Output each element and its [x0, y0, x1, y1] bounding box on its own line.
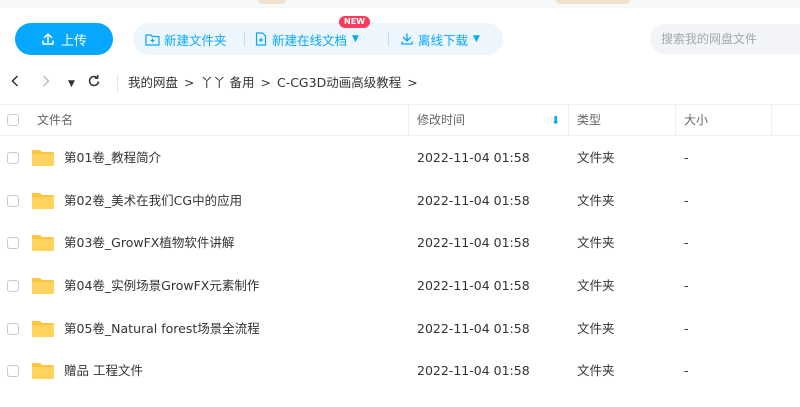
upload-icon [42, 33, 54, 45]
folder-icon [32, 363, 54, 379]
modified-time: 2022-11-04 01:58 [417, 278, 530, 293]
folder-icon [32, 193, 54, 209]
modified-time: 2022-11-04 01:58 [417, 321, 530, 336]
table-row[interactable]: 第02卷_美术在我们CG中的应用 2022-11-04 01:58 文件夹 - [0, 180, 800, 222]
file-type: 文件夹 [577, 235, 615, 250]
new-folder-button[interactable]: 新建文件夹 [145, 23, 227, 55]
table-row[interactable]: 赠品 工程文件 2022-11-04 01:58 文件夹 - [0, 350, 800, 392]
breadcrumb-separator: > [407, 75, 418, 90]
modified-time: 2022-11-04 01:58 [417, 150, 530, 165]
upload-label: 上传 [60, 33, 87, 49]
column-header-name[interactable]: 文件名 [37, 105, 73, 136]
row-checkbox[interactable] [7, 365, 19, 377]
row-checkbox[interactable] [7, 195, 19, 207]
file-size: - [684, 150, 689, 165]
folder-plus-icon [145, 33, 160, 46]
file-type: 文件夹 [577, 278, 615, 293]
top-strip [0, 0, 800, 8]
file-type: 文件夹 [577, 150, 615, 165]
divider [388, 32, 389, 46]
column-divider [408, 105, 409, 136]
folder-icon [32, 235, 54, 251]
row-checkbox[interactable] [7, 323, 19, 335]
new-badge: NEW [339, 16, 370, 28]
column-header-modified[interactable]: 修改时间 [417, 105, 465, 136]
file-size: - [684, 193, 689, 208]
caret-down-icon: ▼ [473, 34, 480, 44]
file-type: 文件夹 [577, 193, 615, 208]
breadcrumb-separator: > [260, 75, 271, 90]
breadcrumb-item[interactable]: 我的网盘 [128, 74, 178, 92]
search-input[interactable] [650, 24, 800, 54]
row-checkbox[interactable] [7, 237, 19, 249]
file-name[interactable]: 第03卷_GrowFX植物软件讲解 [64, 222, 234, 264]
file-name[interactable]: 第01卷_教程简介 [64, 137, 161, 179]
column-divider [568, 105, 569, 136]
chevron-right-icon[interactable] [41, 74, 51, 94]
chevron-left-icon[interactable] [10, 74, 20, 94]
refresh-icon[interactable] [87, 74, 101, 94]
document-plus-icon [255, 32, 267, 46]
file-name[interactable]: 第02卷_美术在我们CG中的应用 [64, 180, 242, 222]
file-size: - [684, 321, 689, 336]
file-name[interactable]: 第04卷_实例场景GrowFX元素制作 [64, 265, 259, 307]
file-name[interactable]: 赠品 工程文件 [64, 350, 143, 392]
folder-icon [32, 150, 54, 166]
divider [117, 74, 118, 92]
row-checkbox[interactable] [7, 152, 19, 164]
breadcrumb-item[interactable]: 丫丫 备用 [201, 74, 255, 92]
column-header-size[interactable]: 大小 [684, 105, 708, 136]
table-row[interactable]: 第01卷_教程简介 2022-11-04 01:58 文件夹 - [0, 137, 800, 179]
toolbar: 上传 新建文件夹 新建在线文档 ▼ 离线下载 ▼ NEW 搜索我的网盘文件 [0, 14, 800, 64]
modified-time: 2022-11-04 01:58 [417, 193, 530, 208]
breadcrumb: 我的网盘 > 丫丫 备用 > C-CG3D动画高级教程 > [128, 74, 418, 92]
column-divider [771, 105, 772, 136]
file-type: 文件夹 [577, 321, 615, 336]
breadcrumb-item[interactable]: C-CG3D动画高级教程 [277, 74, 401, 92]
caret-down-icon[interactable]: ▼ [68, 75, 75, 93]
caret-down-icon: ▼ [352, 34, 359, 44]
table-row[interactable]: 第03卷_GrowFX植物软件讲解 2022-11-04 01:58 文件夹 - [0, 222, 800, 264]
column-header-type[interactable]: 类型 [577, 105, 601, 136]
table-row[interactable]: 第04卷_实例场景GrowFX元素制作 2022-11-04 01:58 文件夹… [0, 265, 800, 307]
new-online-doc-label: 新建在线文档 [272, 32, 348, 48]
modified-time: 2022-11-04 01:58 [417, 235, 530, 250]
file-name[interactable]: 第05卷_Natural forest场景全流程 [64, 308, 260, 350]
offline-download-button[interactable]: 离线下载 ▼ [400, 23, 480, 55]
new-folder-label: 新建文件夹 [164, 32, 227, 48]
arrow-down-icon[interactable]: ⬇ [551, 105, 560, 136]
folder-icon [32, 321, 54, 337]
table-header: 文件名 修改时间 ⬇ 类型 大小 [0, 104, 800, 136]
select-all-checkbox[interactable] [7, 114, 19, 126]
divider [244, 32, 245, 46]
file-size: - [684, 278, 689, 293]
file-type: 文件夹 [577, 363, 615, 378]
modified-time: 2022-11-04 01:58 [417, 363, 530, 378]
download-icon [401, 33, 413, 45]
table-row[interactable]: 第05卷_Natural forest场景全流程 2022-11-04 01:5… [0, 308, 800, 350]
offline-download-label: 离线下载 [418, 32, 469, 48]
decorative-bump [556, 0, 630, 4]
decorative-bump [258, 0, 286, 4]
breadcrumb-separator: > [184, 75, 195, 90]
action-pill-group: 新建文件夹 新建在线文档 ▼ 离线下载 ▼ [133, 23, 503, 55]
file-size: - [684, 235, 689, 250]
column-divider [675, 105, 676, 136]
row-checkbox[interactable] [7, 280, 19, 292]
navigation-bar: ▼ 我的网盘 > 丫丫 备用 > C-CG3D动画高级教程 > [0, 68, 800, 98]
upload-button[interactable]: 上传 [15, 23, 113, 55]
folder-icon [32, 278, 54, 294]
file-size: - [684, 363, 689, 378]
